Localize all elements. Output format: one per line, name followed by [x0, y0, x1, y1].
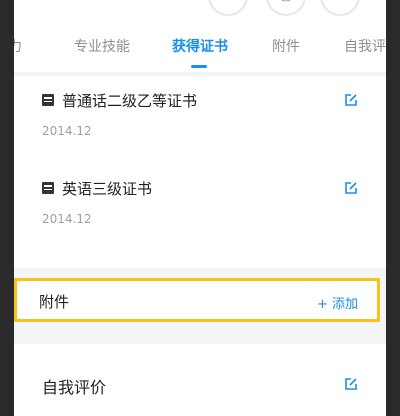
tab-attachments[interactable]: 附件 [272, 36, 300, 56]
top-button-2-icon: □ [268, 0, 304, 3]
edit-icon[interactable] [344, 377, 358, 391]
certificate-date: 2014.12 [42, 124, 92, 138]
certificate-item: 普通话二级乙等证书 2014.12 [14, 76, 386, 172]
certificate-title: 英语三级证书 [62, 180, 153, 198]
edit-icon[interactable] [344, 181, 358, 195]
tab-skills-partial[interactable]: 力 [14, 36, 22, 56]
phone-frame: 力 专业技能 获得证书 附件 自我评 · □ 普通话二级乙等证书 2014.12… [0, 0, 400, 416]
certificate-date: 2014.12 [42, 212, 92, 226]
attachment-section: 附件 + 添加 [14, 278, 380, 322]
screen: 力 专业技能 获得证书 附件 自我评 · □ 普通话二级乙等证书 2014.12… [14, 0, 386, 416]
active-tab-indicator [191, 65, 207, 68]
self-evaluation-label: 自我评价 [42, 378, 107, 397]
certificate-icon [42, 94, 54, 106]
top-button-1-icon: · [210, 0, 246, 3]
tab-certificates[interactable]: 获得证书 [172, 36, 228, 56]
certificate-item: 英语三级证书 2014.12 [14, 172, 386, 268]
tab-professional-skills[interactable]: 专业技能 [74, 36, 130, 56]
tab-self-evaluation[interactable]: 自我评 [344, 36, 386, 56]
certificate-title: 普通话二级乙等证书 [62, 92, 198, 110]
add-attachment-button[interactable]: + 添加 [317, 293, 358, 312]
edit-icon[interactable] [344, 93, 358, 107]
attachment-label: 附件 [39, 293, 70, 311]
self-evaluation-section: 自我评价 [14, 344, 386, 416]
certificate-icon [42, 182, 54, 194]
